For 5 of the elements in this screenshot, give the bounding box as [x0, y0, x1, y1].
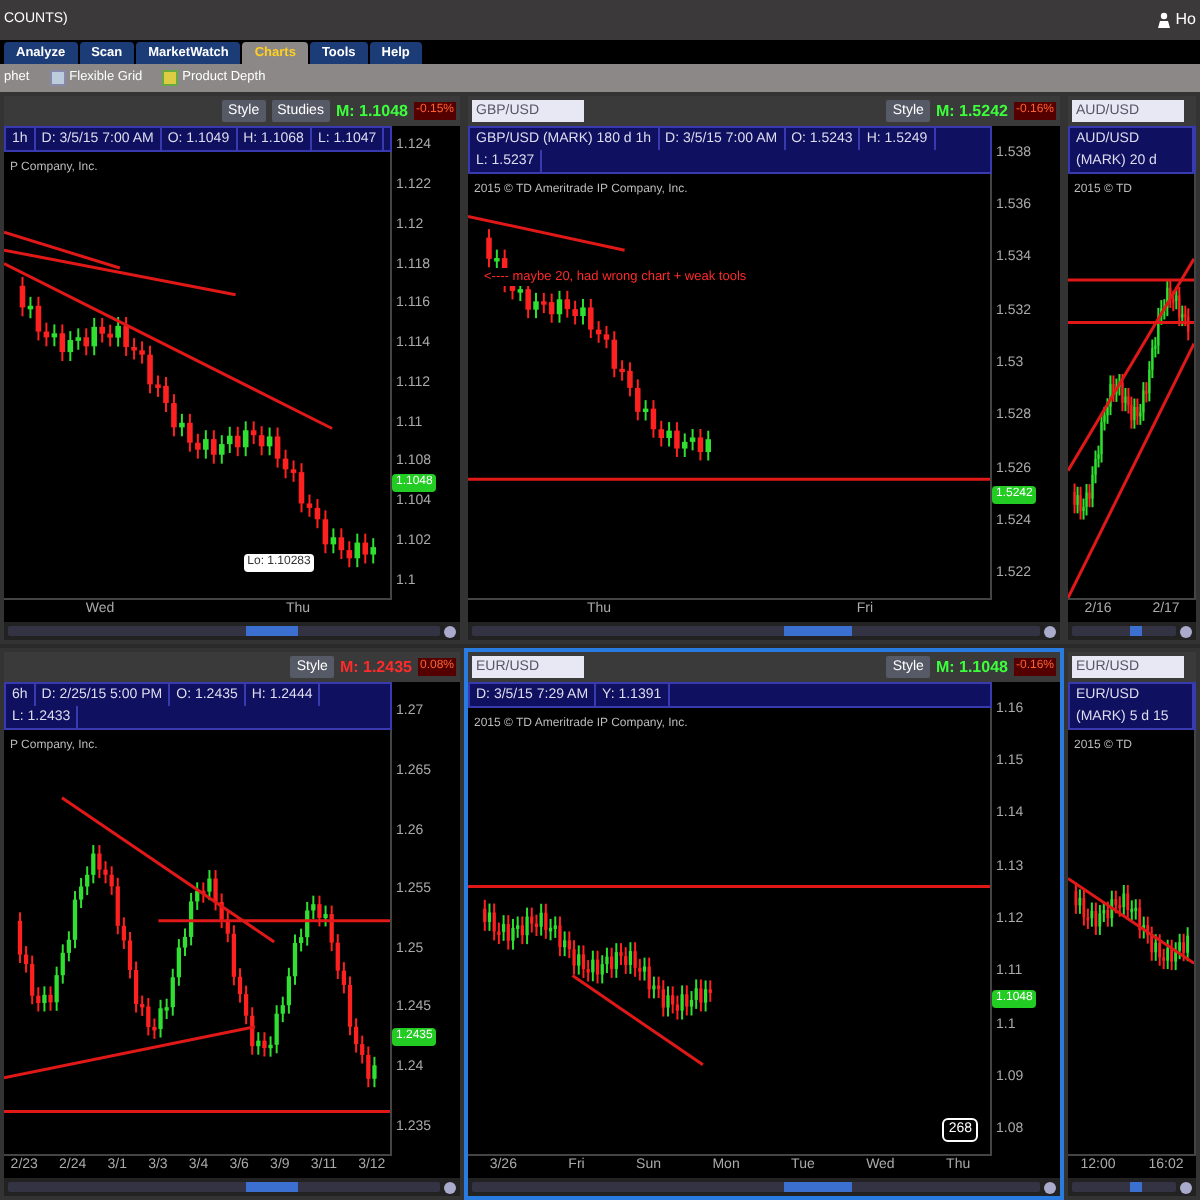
user-label: Ho — [1175, 8, 1196, 32]
mark-price: M: 1.5242 — [935, 99, 1008, 123]
mark-price: M: 1.2435 — [339, 655, 412, 679]
mark-price: M: 1.1048 — [935, 655, 1008, 679]
mark-price: M: 1.1048 — [335, 99, 408, 123]
